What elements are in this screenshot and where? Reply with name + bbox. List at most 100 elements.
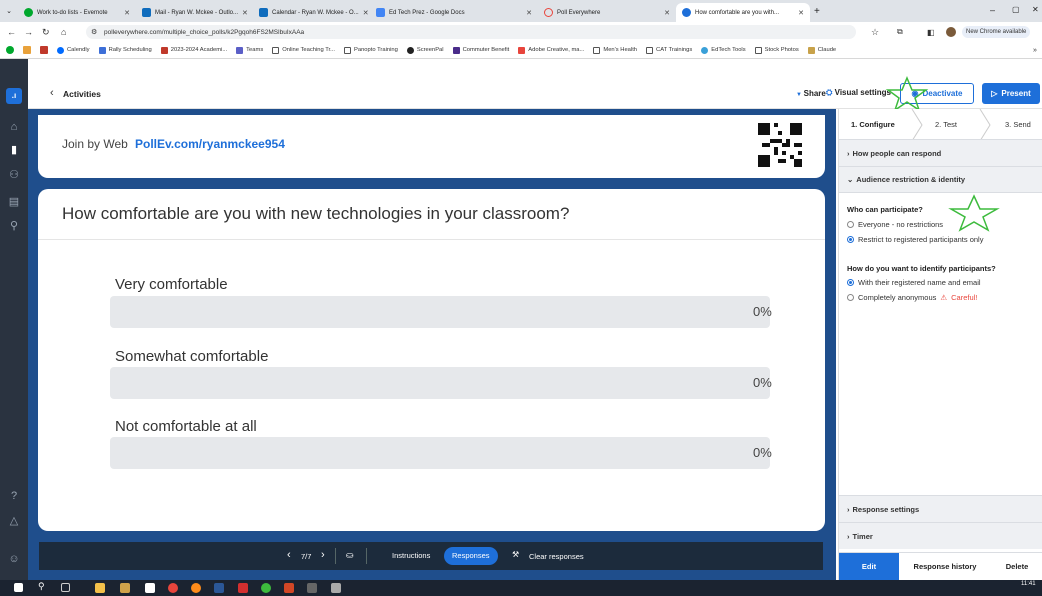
site-info-icon[interactable]: ⚙: [91, 28, 97, 36]
extensions-icon[interactable]: ⧉: [897, 27, 903, 37]
notifications-nav-icon[interactable]: △: [7, 514, 21, 528]
activities-nav-icon[interactable]: ▮: [7, 143, 21, 157]
response-history-tab[interactable]: Response history: [905, 553, 985, 581]
next-icon[interactable]: ›: [321, 549, 325, 561]
calculator-icon[interactable]: [307, 583, 317, 593]
search-icon[interactable]: ⚲: [38, 581, 45, 592]
close-tab-icon[interactable]: ✕: [242, 9, 248, 17]
bookmark-item[interactable]: Panopto Training: [343, 46, 398, 54]
mail-icon[interactable]: [145, 583, 155, 593]
back-icon[interactable]: ←: [7, 27, 16, 37]
caret-down-icon: ▼: [796, 92, 804, 98]
bookmark-icon[interactable]: [40, 46, 48, 54]
browser-tab[interactable]: Calendar - Ryan W. Mckee - O... ✕: [253, 3, 370, 22]
timer-section[interactable]: › Timer: [839, 522, 1042, 549]
step-test[interactable]: 2. Test: [935, 120, 957, 129]
bookmark-item[interactable]: Rally Scheduling: [98, 46, 152, 54]
file-explorer-icon[interactable]: [95, 583, 105, 593]
profile-avatar[interactable]: [946, 27, 956, 37]
bookmark-item[interactable]: Online Teaching Tr...: [272, 46, 335, 54]
edit-tab[interactable]: Edit: [839, 553, 899, 581]
help-nav-icon[interactable]: ?: [7, 489, 21, 503]
prev-icon[interactable]: ‹: [287, 549, 291, 561]
home-nav-icon[interactable]: ⌂: [7, 120, 21, 134]
present-button[interactable]: ▷ Present: [982, 83, 1040, 104]
bookmark-item[interactable]: ScreenPal: [406, 46, 444, 54]
share-dropdown[interactable]: ▼ Share: [796, 89, 826, 98]
registered-name-radio[interactable]: With their registered name and email: [847, 278, 981, 287]
firefox-icon[interactable]: [191, 583, 201, 593]
new-tab-button[interactable]: +: [814, 6, 820, 17]
bookmark-item[interactable]: Commuter Benefit: [452, 46, 509, 54]
annotation-star-icon: [948, 194, 1000, 232]
clock-time[interactable]: 11:41: [1021, 581, 1036, 587]
everyone-radio[interactable]: Everyone - no restrictions: [847, 220, 943, 229]
account-nav-icon[interactable]: ☺: [7, 552, 21, 566]
paint-icon[interactable]: [331, 583, 341, 593]
section-label: Timer: [852, 531, 873, 541]
how-people-respond-section[interactable]: › How people can respond: [839, 139, 1042, 166]
reports-nav-icon[interactable]: ▤: [7, 195, 21, 209]
careful-link[interactable]: Careful!: [951, 293, 977, 302]
close-tab-icon[interactable]: ✕: [124, 9, 130, 17]
more-bookmarks-icon[interactable]: »: [1033, 47, 1037, 54]
join-url-link[interactable]: PollEv.com/ryanmckee954: [135, 137, 285, 151]
bookmark-item[interactable]: 2023-2024 Academi...: [160, 46, 227, 54]
close-tab-icon[interactable]: ✕: [526, 9, 532, 17]
chrome-icon[interactable]: [168, 583, 178, 593]
powerpoint-icon[interactable]: [284, 583, 294, 593]
close-tab-icon[interactable]: ✕: [664, 9, 670, 17]
browser-tab-active[interactable]: How comfortable are you with... ✕: [676, 3, 810, 22]
bookmark-item[interactable]: CAT Trainings: [646, 46, 692, 54]
windows-start-icon[interactable]: [14, 583, 23, 592]
back-chevron-icon[interactable]: ‹: [50, 87, 54, 99]
update-chrome-button[interactable]: New Chrome available: [962, 26, 1031, 38]
audience-section[interactable]: ⌄ Audience restriction & identity: [839, 166, 1042, 193]
clear-responses-button[interactable]: Clear responses: [529, 552, 584, 561]
bookmark-item[interactable]: Teams: [236, 46, 263, 54]
delete-tab[interactable]: Delete: [991, 553, 1042, 581]
word-icon[interactable]: [214, 583, 224, 593]
calendly-icon: [57, 46, 64, 54]
bookmark-item[interactable]: Adobe Creative, ma...: [518, 46, 584, 54]
app-icon[interactable]: [261, 583, 271, 593]
close-tab-icon[interactable]: ✕: [798, 9, 804, 17]
home-icon[interactable]: ⌂: [61, 27, 66, 37]
registered-only-radio[interactable]: Restrict to registered participants only: [847, 235, 983, 244]
task-view-icon[interactable]: [61, 583, 70, 592]
participants-nav-icon[interactable]: ⚇: [7, 168, 21, 182]
browser-tab[interactable]: Poll Everywhere ✕: [538, 3, 676, 22]
browser-tab[interactable]: Work to-do lists - Evernote ✕: [18, 3, 136, 22]
bookmark-item[interactable]: Stock Photos: [754, 46, 799, 54]
step-send[interactable]: 3. Send: [1005, 120, 1031, 129]
poll-everywhere-logo[interactable]: .ı: [6, 88, 22, 104]
bookmark-item[interactable]: Calendly: [57, 46, 90, 54]
url-input[interactable]: ⚙ polleverywhere.com/multiple_choice_pol…: [86, 25, 856, 39]
maximize-icon[interactable]: ▢: [1012, 5, 1020, 14]
browser-tab[interactable]: Ed Tech Prez - Google Docs ✕: [370, 3, 538, 22]
responses-tab[interactable]: Responses: [444, 547, 498, 565]
groups-nav-icon[interactable]: ⚲: [7, 219, 21, 233]
bookmark-item[interactable]: Claude: [807, 46, 836, 54]
sidebar-icon[interactable]: ◧: [927, 28, 935, 37]
browser-tab[interactable]: Mail - Ryan W. Mckee - Outlo... ✕: [136, 3, 253, 22]
anonymous-radio[interactable]: Completely anonymous ⚠ Careful!: [847, 293, 977, 302]
bookmark-star-icon[interactable]: ☆: [871, 27, 879, 38]
close-window-icon[interactable]: ✕: [1032, 5, 1039, 14]
step-configure[interactable]: 1. Configure: [851, 120, 895, 129]
bookmark-icon[interactable]: [23, 46, 31, 54]
store-icon[interactable]: [120, 583, 130, 593]
acrobat-icon[interactable]: [238, 583, 248, 593]
response-settings-section[interactable]: › Response settings: [839, 495, 1042, 522]
bookmark-item[interactable]: EdTech Tools: [701, 46, 746, 54]
forward-icon[interactable]: →: [24, 27, 33, 37]
activities-link[interactable]: Activities: [63, 89, 101, 99]
evernote-bookmark-icon[interactable]: [6, 46, 14, 54]
reload-icon[interactable]: ↻: [42, 27, 50, 38]
tab-search-icon[interactable]: ⌄: [0, 7, 18, 15]
bookmark-item[interactable]: Men's Health: [593, 46, 637, 54]
lock-icon[interactable]: ⛀: [346, 550, 354, 561]
minimize-icon[interactable]: –: [990, 5, 995, 15]
instructions-tab[interactable]: Instructions: [386, 547, 436, 565]
close-tab-icon[interactable]: ✕: [363, 9, 369, 17]
